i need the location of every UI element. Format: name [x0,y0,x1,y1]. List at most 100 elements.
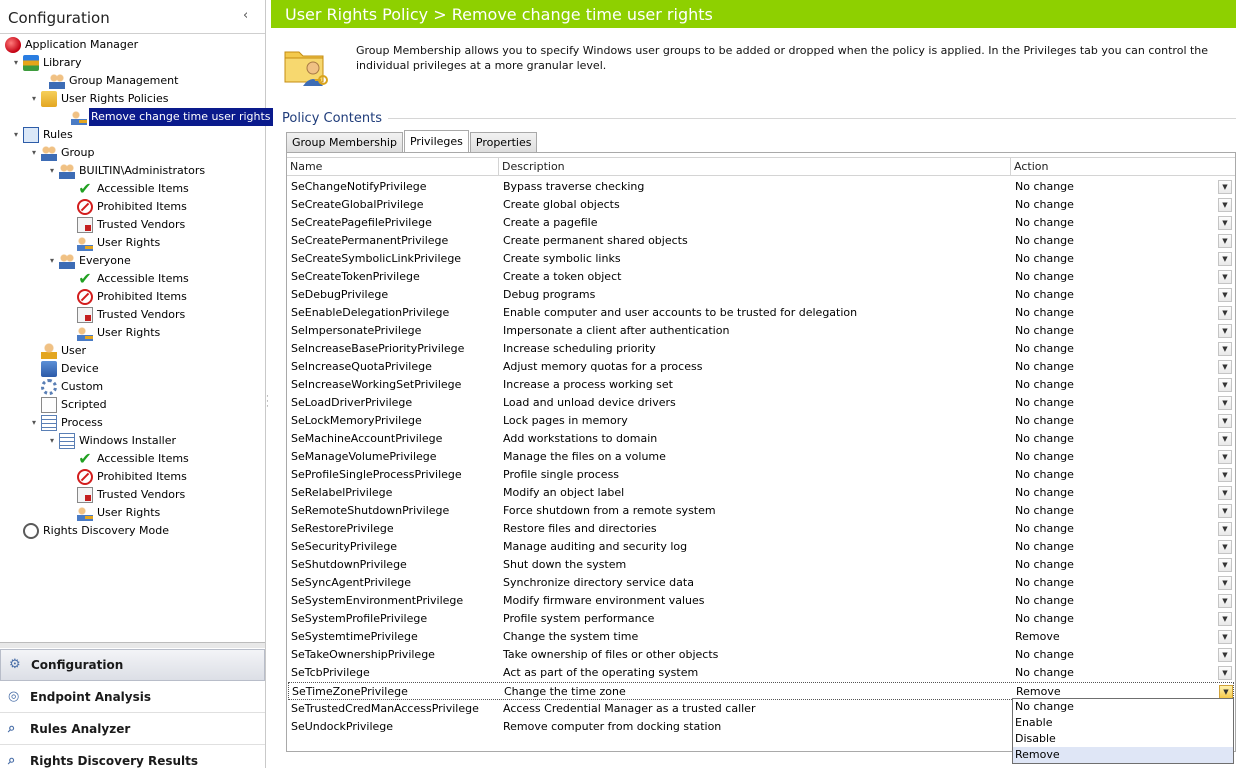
table-row[interactable]: SeCreateTokenPrivilege Create a token obj… [288,268,1234,286]
expand-arrow-icon[interactable]: ▾ [47,252,57,270]
nav-button-rules-analyzer[interactable]: ⌕ Rules Analyzer [0,713,265,745]
action-select[interactable]: No change [1013,538,1213,556]
tree-node[interactable]: ✔ Accessible Items [65,450,191,468]
table-row[interactable]: SeTakeOwnershipPrivilege Take ownership o… [288,646,1234,664]
dropdown-arrow-icon[interactable]: ▼ [1218,288,1232,302]
table-row[interactable]: SeEnableDelegationPrivilege Enable comput… [288,304,1234,322]
tree-node[interactable]: ✔ Accessible Items [65,270,191,288]
action-select[interactable]: No change [1013,214,1213,232]
table-row[interactable]: SeSecurityPrivilege Manage auditing and s… [288,538,1234,556]
action-select[interactable]: No change [1013,322,1213,340]
table-row[interactable]: SeSystemEnvironmentPrivilege Modify firmw… [288,592,1234,610]
action-select[interactable]: No change [1013,592,1213,610]
table-row[interactable]: SeLoadDriverPrivilege Load and unload dev… [288,394,1234,412]
dropdown-arrow-icon[interactable]: ▼ [1218,576,1232,590]
dropdown-arrow-icon[interactable]: ▼ [1218,198,1232,212]
table-row[interactable]: SeTcbPrivilege Act as part of the operati… [288,664,1234,682]
tree-node[interactable]: ▾ Group [29,144,97,162]
dropdown-arrow-icon[interactable]: ▼ [1218,252,1232,266]
panel-splitter[interactable] [0,642,265,648]
table-row[interactable]: SeSystemProfilePrivilege Profile system p… [288,610,1234,628]
tree-node[interactable]: User [29,342,88,360]
tree-node[interactable]: User Rights [65,234,162,252]
table-row[interactable]: SeIncreaseWorkingSetPrivilege Increase a … [288,376,1234,394]
table-row[interactable]: SeSystemtimePrivilege Change the system t… [288,628,1234,646]
expand-arrow-icon[interactable]: ▾ [29,144,39,162]
column-header-action[interactable]: Action [1011,158,1235,176]
table-row[interactable]: SeRestorePrivilege Restore files and dire… [288,520,1234,538]
action-select[interactable]: No change [1013,394,1213,412]
column-header-name[interactable]: Name [287,158,499,176]
dropdown-arrow-icon[interactable]: ▼ [1218,414,1232,428]
tree-node[interactable]: Prohibited Items [65,198,189,216]
tree-node[interactable]: Trusted Vendors [65,306,187,324]
tree-node[interactable]: ▾ Everyone [47,252,133,270]
table-row[interactable]: SeIncreaseBasePriorityPrivilege Increase … [288,340,1234,358]
table-row[interactable]: SeDebugPrivilege Debug programs No change ▼ [288,286,1234,304]
tree-node[interactable]: Device [29,360,101,378]
tree-node[interactable]: Prohibited Items [65,288,189,306]
action-select[interactable]: No change [1013,520,1213,538]
action-select[interactable]: No change [1013,646,1213,664]
tree-node[interactable]: Scripted [29,396,109,414]
dropdown-arrow-icon[interactable]: ▼ [1218,558,1232,572]
dropdown-arrow-icon[interactable]: ▼ [1218,180,1232,194]
dropdown-arrow-icon[interactable]: ▼ [1218,450,1232,464]
dropdown-arrow-icon[interactable]: ▼ [1218,342,1232,356]
tab-properties[interactable]: Properties [469,132,538,152]
tree-node[interactable]: ▾ Application Manager [0,36,140,54]
tree-node[interactable]: Custom [29,378,105,396]
expand-arrow-icon[interactable]: ▾ [47,432,57,450]
dropdown-option-enable[interactable]: Enable [1013,715,1233,731]
nav-button-configuration[interactable]: ⚙ Configuration [0,649,265,681]
tree-node[interactable]: ▾ Windows Installer [47,432,178,450]
action-select[interactable]: No change [1013,376,1213,394]
collapse-panel-icon[interactable]: ‹ [243,9,253,22]
expand-arrow-icon[interactable]: ▾ [11,126,21,144]
dropdown-arrow-icon[interactable]: ▼ [1218,360,1232,374]
action-select[interactable]: No change [1013,358,1213,376]
dropdown-option-disable[interactable]: Disable [1013,731,1233,747]
tree-node[interactable]: ▾ User Rights Policies [29,90,170,108]
dropdown-arrow-icon[interactable]: ▼ [1218,270,1232,284]
dropdown-option-no-change[interactable]: No change [1013,699,1233,715]
action-select[interactable]: No change [1013,268,1213,286]
expand-arrow-icon[interactable]: ▾ [29,414,39,432]
action-select[interactable]: No change [1013,178,1213,196]
tree-node[interactable]: User Rights [65,324,162,342]
dropdown-arrow-icon[interactable]: ▼ [1218,648,1232,662]
action-select[interactable]: No change [1013,610,1213,628]
action-select[interactable]: No change [1013,484,1213,502]
action-select[interactable]: No change [1013,232,1213,250]
table-row[interactable]: SeLockMemoryPrivilege Lock pages in memor… [288,412,1234,430]
expand-arrow-icon[interactable]: ▾ [11,54,21,72]
tree-node[interactable]: Group Management [37,72,180,90]
tree-node[interactable]: ▾ BUILTIN\Administrators [47,162,207,180]
action-select[interactable]: No change [1013,502,1213,520]
dropdown-arrow-icon[interactable]: ▼ [1218,378,1232,392]
table-row[interactable]: SeCreateSymbolicLinkPrivilege Create symb… [288,250,1234,268]
tab-privileges[interactable]: Privileges [403,130,469,152]
tree-node[interactable]: Rights Discovery Mode [11,522,171,540]
table-row[interactable]: SeShutdownPrivilege Shut down the system N… [288,556,1234,574]
table-row[interactable]: SeManageVolumePrivilege Manage the files … [288,448,1234,466]
tree-node[interactable]: User Rights [65,504,162,522]
action-select[interactable]: Remove [1013,628,1213,646]
nav-button-endpoint-analysis[interactable]: ◎ Endpoint Analysis [0,681,265,713]
table-row[interactable]: SeSyncAgentPrivilege Synchronize director… [288,574,1234,592]
dropdown-arrow-icon[interactable]: ▼ [1218,432,1232,446]
dropdown-arrow-icon[interactable]: ▼ [1218,216,1232,230]
nav-button-rights-discovery-results[interactable]: ⌕ Rights Discovery Results [0,745,265,768]
table-row[interactable]: SeCreateGlobalPrivilege Create global obj… [288,196,1234,214]
tree-node[interactable]: Trusted Vendors [65,486,187,504]
dropdown-arrow-icon[interactable]: ▼ [1218,324,1232,338]
table-row[interactable]: SeMachineAccountPrivilege Add workstation… [288,430,1234,448]
dropdown-arrow-icon[interactable]: ▼ [1218,594,1232,608]
dropdown-arrow-icon[interactable]: ▼ [1218,612,1232,626]
action-select[interactable]: No change [1013,448,1213,466]
action-select[interactable]: No change [1013,304,1213,322]
action-select[interactable]: No change [1013,556,1213,574]
tree-node[interactable]: Prohibited Items [65,468,189,486]
dropdown-arrow-icon[interactable]: ▼ [1218,504,1232,518]
action-select[interactable]: No change [1013,664,1213,682]
